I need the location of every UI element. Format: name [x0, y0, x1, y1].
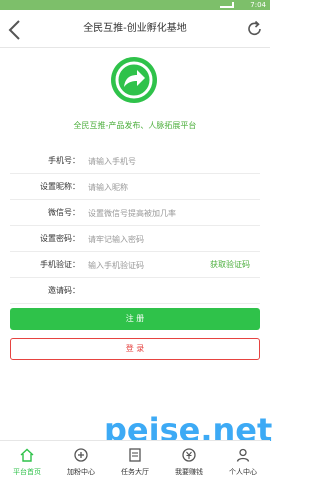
phone-input[interactable] [88, 152, 203, 170]
refresh-icon[interactable] [246, 20, 264, 38]
tab-money-label: 我要赚钱 [175, 468, 203, 476]
page-title: 全民互推-创业孵化基地 [83, 23, 187, 34]
nav-bar: 全民互推-创业孵化基地 [0, 10, 270, 48]
money-icon [182, 448, 196, 462]
login-button[interactable]: 登 录 [10, 338, 260, 360]
back-arrow-icon[interactable] [6, 19, 24, 41]
tab-task[interactable]: 任务大厅 [108, 441, 162, 480]
nickname-label: 设置昵称： [40, 182, 80, 191]
task-icon [129, 448, 141, 462]
tab-user-label: 个人中心 [229, 468, 257, 476]
home-icon [20, 448, 34, 462]
verify-code-input[interactable] [88, 256, 203, 274]
verify-row: 手机验证： 获取验证码 [10, 252, 260, 278]
signal-icon [220, 2, 234, 8]
nickname-input[interactable] [88, 178, 203, 196]
status-bar: 7:04 [0, 0, 270, 10]
wechat-row: 微信号： [10, 200, 260, 226]
phone-label: 手机号： [48, 156, 80, 165]
share-logo-icon [111, 57, 157, 103]
nickname-row: 设置昵称： [10, 174, 260, 200]
tab-bar: 平台首页 加粉中心 任务大厅 我要赚钱 个人中心 [0, 440, 270, 480]
tab-home[interactable]: 平台首页 [0, 441, 54, 480]
slogan: 全民互推-产品发布、人脉拓展平台 [73, 121, 197, 130]
phone-row: 手机号： [10, 148, 260, 174]
tab-money[interactable]: 我要赚钱 [162, 441, 216, 480]
invite-row: 邀请码： [10, 278, 260, 304]
wechat-label: 微信号： [48, 208, 80, 217]
register-button[interactable]: 注 册 [10, 308, 260, 330]
wechat-input[interactable] [88, 204, 203, 222]
get-code-button[interactable]: 获取验证码 [210, 252, 250, 278]
tab-user[interactable]: 个人中心 [216, 441, 270, 480]
password-input[interactable] [88, 230, 203, 248]
register-form: 手机号： 设置昵称： 微信号： 设置密码： 手机验证： 获取验证码 邀请码： [10, 148, 260, 304]
tab-add-fans[interactable]: 加粉中心 [54, 441, 108, 480]
invite-code-input[interactable] [88, 282, 203, 300]
add-fans-icon [74, 448, 88, 462]
invite-label: 邀请码： [48, 286, 80, 295]
tab-add-fans-label: 加粉中心 [67, 468, 95, 476]
tab-task-label: 任务大厅 [121, 468, 149, 476]
verify-label: 手机验证： [40, 260, 80, 269]
user-icon [236, 448, 250, 462]
password-label: 设置密码： [40, 234, 80, 243]
status-time: 7:04 [250, 1, 266, 9]
password-row: 设置密码： [10, 226, 260, 252]
tab-home-label: 平台首页 [13, 468, 41, 476]
